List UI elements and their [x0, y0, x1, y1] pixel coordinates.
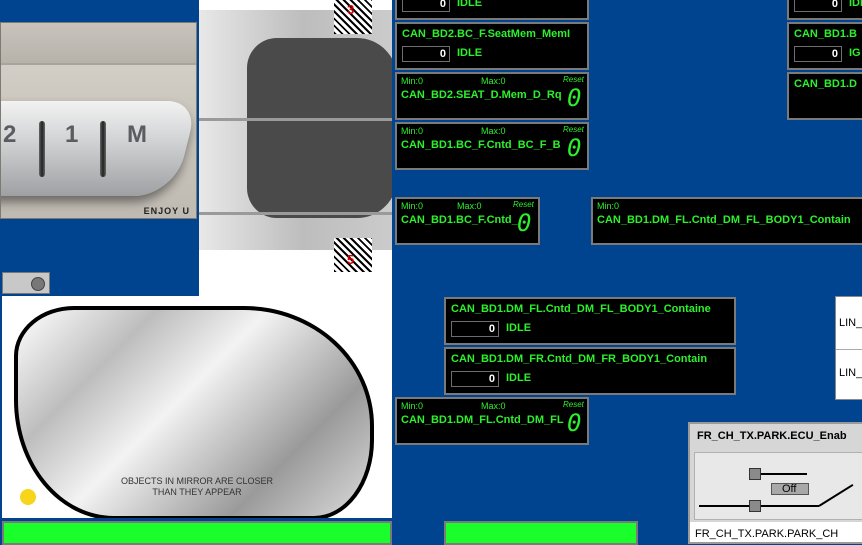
- car-top-view-image: 3 5: [199, 0, 392, 296]
- signal-state: IDLE: [457, 0, 483, 9]
- gauge-seat-d-mem[interactable]: Min:0 Max:0 Reset CAN_BD2.SEAT_D.Mem_D_R…: [395, 72, 589, 120]
- switch-state-toggle[interactable]: Off: [771, 483, 809, 495]
- control-knob-icon: [31, 277, 45, 291]
- seat-separator: [39, 121, 45, 177]
- signal-name: CAN_BD1.B: [794, 28, 857, 40]
- gauge-reset-button[interactable]: Reset: [563, 400, 584, 409]
- diagram-line: [818, 483, 854, 507]
- gauge-digit: 0: [567, 134, 582, 162]
- signal-name: CAN_BD1.D: [794, 78, 857, 90]
- signal-state: IDLE: [506, 322, 532, 334]
- ecu-footer: FR_CH_TX.PARK.PARK_CH: [690, 522, 862, 542]
- gauge-max: Max:0: [481, 401, 506, 411]
- car-divider: [199, 212, 392, 215]
- switch-handle-icon[interactable]: [749, 500, 761, 512]
- gauge-digit: 0: [567, 409, 582, 437]
- gauge-min: Min:0: [401, 401, 424, 411]
- gauge-name: CAN_BD2.SEAT_D.Mem_D_Rq: [401, 89, 562, 101]
- signal-value: 0: [402, 0, 450, 12]
- signal-state: IG: [849, 47, 861, 59]
- signal-value: 0: [794, 46, 842, 62]
- signal-name: CAN_BD1.DM_FR.Cntd_DM_FR_BODY1_Contain: [451, 353, 708, 365]
- gauge-max: Max:0: [481, 126, 506, 136]
- ecu-enable-panel[interactable]: FR_CH_TX.PARK.ECU_Enab Off FR_CH_TX.PARK…: [688, 422, 862, 544]
- signal-panel-top[interactable]: 0 IDLE: [395, 0, 589, 20]
- mirror-warning-line1: OBJECTS IN MIRROR ARE CLOSER: [120, 476, 274, 486]
- switch-handle-icon[interactable]: [749, 468, 761, 480]
- gauge-min: Min:0: [597, 201, 620, 211]
- gauge-min: Min:0: [401, 201, 424, 211]
- mirror-warning-text: OBJECTS IN MIRROR ARE CLOSER THAN THEY A…: [102, 476, 292, 498]
- seat-memory-image: 2 1 M ENJOY U: [0, 22, 197, 219]
- seat-leather: [1, 23, 196, 65]
- signal-panel-right-bd1[interactable]: CAN_BD1.B 0 IG: [787, 22, 862, 70]
- gauge-cntd-bc-f-b[interactable]: Min:0 Max:0 Reset CAN_BD1.BC_F.Cntd_BC_F…: [395, 122, 589, 170]
- seat-button-1[interactable]: 1: [65, 121, 78, 149]
- lin-row: LIN_: [839, 317, 862, 329]
- gauge-reset-button[interactable]: Reset: [563, 75, 584, 84]
- gauge-min: Min:0: [401, 126, 424, 136]
- gauge-name: CAN_BD1.DM_FL.Cntd_DM_FL_BODY1_Contain: [597, 214, 851, 226]
- signal-name: CAN_BD2.BC_F.SeatMem_MemI: [402, 28, 571, 40]
- gauge-reset-button[interactable]: Reset: [513, 200, 534, 209]
- signal-panel-dm-fl[interactable]: CAN_BD1.DM_FL.Cntd_DM_FL_BODY1_Containe …: [444, 297, 736, 345]
- gauge-reset-button[interactable]: Reset: [563, 125, 584, 134]
- green-status-bar-middle: [444, 521, 638, 545]
- lin-panel[interactable]: LIN_ LIN_: [835, 296, 862, 400]
- signal-value: 0: [451, 371, 499, 387]
- signal-state: IDLE: [849, 0, 862, 9]
- gauge-name: CAN_BD1.BC_F.Cntd_: [401, 214, 518, 226]
- car-roof: [247, 38, 392, 218]
- car-divider: [199, 118, 392, 121]
- gauge-bc-f-cntd[interactable]: Min:0 Max:0 Reset CAN_BD1.BC_F.Cntd_ 0: [395, 197, 540, 245]
- gauge-digit: 0: [567, 84, 582, 112]
- signal-value: 0: [794, 0, 842, 12]
- seat-button-2[interactable]: 2: [3, 121, 16, 149]
- side-mirror-image: OBJECTS IN MIRROR ARE CLOSER THAN THEY A…: [2, 296, 392, 518]
- gauge-max: Max:0: [457, 201, 482, 211]
- ecu-title: FR_CH_TX.PARK.ECU_Enab: [697, 430, 847, 442]
- lin-divider: [836, 349, 862, 350]
- lin-row: LIN_: [839, 367, 862, 379]
- door-number-front: 3: [347, 2, 355, 17]
- gauge-digit: 0: [517, 209, 532, 237]
- gauge-name: CAN_BD1.BC_F.Cntd_BC_F_B: [401, 139, 561, 151]
- door-number-rear: 5: [347, 252, 355, 267]
- signal-value: 0: [402, 46, 450, 62]
- gauge-min: Min:0: [401, 76, 424, 86]
- gauge-dm-fl-cntd-short[interactable]: Min:0 Max:0 Reset CAN_BD1.DM_FL.Cntd_DM_…: [395, 397, 589, 445]
- gauge-max: Max:0: [481, 76, 506, 86]
- signal-panel-seatmem[interactable]: CAN_BD2.BC_F.SeatMem_MemI 0 IDLE: [395, 22, 589, 70]
- seat-button-m[interactable]: M: [127, 121, 147, 149]
- mirror-warning-line2: THAN THEY APPEAR: [152, 487, 242, 497]
- signal-state: IDLE: [457, 47, 483, 59]
- signal-panel-right-bd1-2[interactable]: CAN_BD1.D: [787, 72, 862, 120]
- signal-panel-dm-fr[interactable]: CAN_BD1.DM_FR.Cntd_DM_FR_BODY1_Contain 0…: [444, 347, 736, 395]
- signal-state: IDLE: [506, 372, 532, 384]
- seat-separator: [100, 121, 106, 177]
- mirror-control-button[interactable]: [2, 272, 50, 294]
- mirror-indicator-led: [20, 489, 36, 505]
- green-status-bar-left: [2, 521, 392, 545]
- gauge-name: CAN_BD1.DM_FL.Cntd_DM_FL: [401, 414, 564, 426]
- ecu-switch-diagram: Off: [694, 452, 862, 520]
- signal-name: CAN_BD1.DM_FL.Cntd_DM_FL_BODY1_Containe: [451, 303, 711, 315]
- seat-logo: ENJOY U: [143, 206, 190, 216]
- gauge-dm-fl-cntd[interactable]: Min:0 CAN_BD1.DM_FL.Cntd_DM_FL_BODY1_Con…: [591, 197, 862, 245]
- signal-panel-right-top[interactable]: 0 IDLE: [787, 0, 862, 20]
- seat-button-plate: [1, 101, 196, 196]
- ecu-footer-label: FR_CH_TX.PARK.PARK_CH: [695, 528, 839, 540]
- switch-state-label: Off: [782, 483, 797, 495]
- signal-value: 0: [451, 321, 499, 337]
